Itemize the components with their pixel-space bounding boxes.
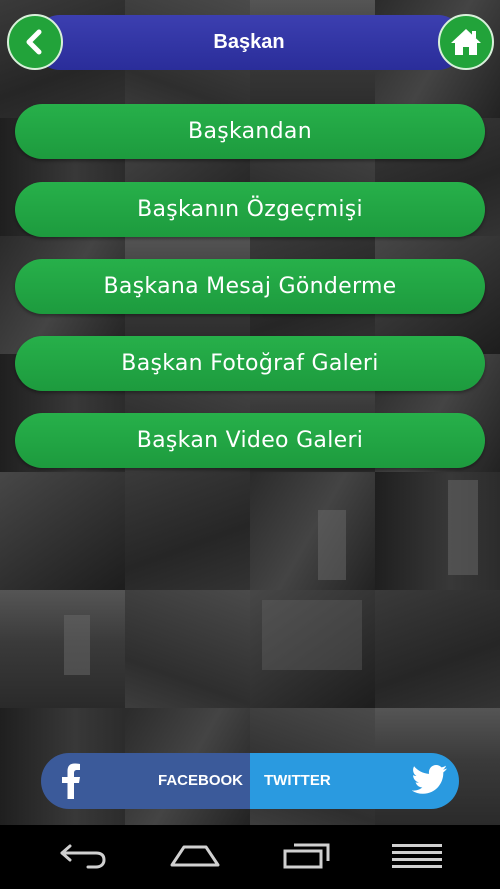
bg-photo-tile bbox=[250, 472, 375, 590]
home-icon bbox=[451, 29, 481, 55]
nav-recents-icon[interactable] bbox=[282, 841, 332, 871]
menu-button-ozgecmis[interactable]: Başkanın Özgeçmişi bbox=[15, 182, 485, 237]
twitter-button[interactable]: TWITTER bbox=[250, 753, 459, 809]
page-title: Başkan bbox=[213, 31, 285, 53]
menu-button-fotograf-galeri[interactable]: Başkan Fotoğraf Galeri bbox=[15, 336, 485, 391]
bg-building-shape bbox=[262, 600, 362, 670]
android-nav-bar bbox=[0, 825, 500, 889]
bg-clock-tower-shape bbox=[318, 510, 346, 580]
menu-button-baskandan[interactable]: Başkandan bbox=[15, 104, 485, 159]
chevron-left-icon bbox=[26, 29, 42, 55]
bg-photo-tile bbox=[125, 590, 250, 708]
bg-photo-tile bbox=[375, 590, 500, 708]
header-bar: Başkan bbox=[34, 15, 464, 70]
bg-clock-tower-shape bbox=[64, 615, 90, 675]
facebook-label: FACEBOOK bbox=[158, 772, 244, 789]
social-bar: FACEBOOK TWITTER bbox=[41, 753, 459, 809]
nav-back-icon[interactable] bbox=[58, 841, 108, 871]
nav-menu-icon[interactable] bbox=[390, 841, 444, 871]
twitter-bird-icon bbox=[412, 765, 447, 794]
home-button[interactable] bbox=[438, 14, 494, 70]
back-button[interactable] bbox=[7, 14, 63, 70]
facebook-icon bbox=[62, 763, 80, 799]
bg-photo-tile bbox=[375, 472, 500, 590]
bg-photo-tile bbox=[0, 590, 125, 708]
twitter-label: TWITTER bbox=[264, 772, 331, 789]
bg-photo-tile bbox=[0, 472, 125, 590]
bg-clock-tower-shape bbox=[448, 480, 478, 575]
facebook-button[interactable]: FACEBOOK bbox=[41, 753, 250, 809]
nav-home-icon[interactable] bbox=[168, 841, 222, 871]
menu-button-video-galeri[interactable]: Başkan Video Galeri bbox=[15, 413, 485, 468]
menu-button-mesaj[interactable]: Başkana Mesaj Gönderme bbox=[15, 259, 485, 314]
bg-photo-tile bbox=[125, 472, 250, 590]
